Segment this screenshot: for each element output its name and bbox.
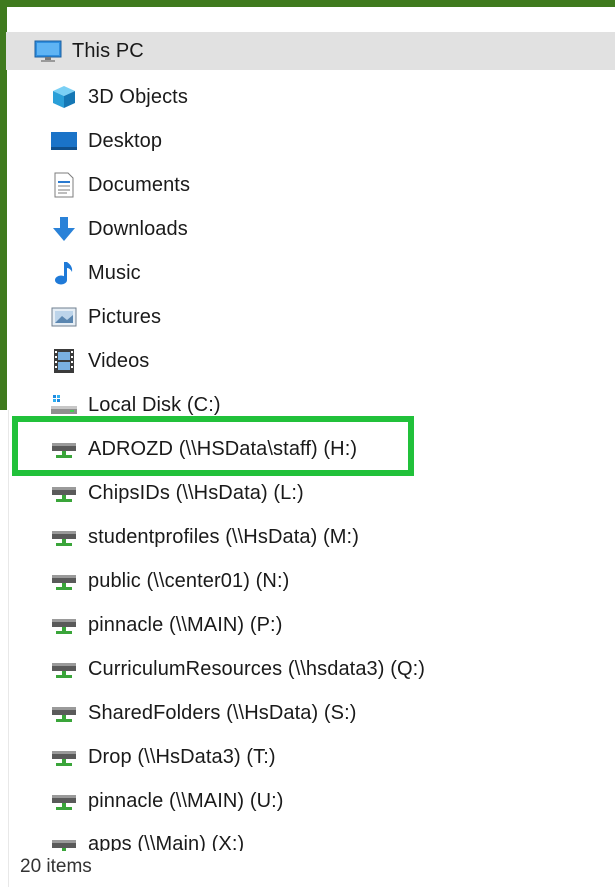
tree-item-label: apps (\\Main) (X:) (88, 833, 245, 851)
tree-item-label: ADROZD (\\HSData\staff) (H:) (88, 438, 358, 460)
network-drive-icon (50, 611, 78, 639)
tree-item-local-disk-c[interactable]: Local Disk (C:) (10, 386, 615, 424)
tree-item-label: Documents (88, 174, 191, 196)
window-frame-top (0, 0, 615, 7)
tree-item-drive-q[interactable]: CurriculumResources (\\hsdata3) (Q:) (10, 650, 615, 688)
tree-item-drive-p[interactable]: pinnacle (\\MAIN) (P:) (10, 606, 615, 644)
tree-item-label: Videos (88, 350, 150, 372)
tree-item-documents[interactable]: Documents (10, 166, 615, 204)
tree-item-label: public (\\center01) (N:) (88, 570, 290, 592)
tree-item-downloads[interactable]: Downloads (10, 210, 615, 248)
desktop-icon (50, 127, 78, 155)
tree-item-label: 3D Objects (88, 86, 188, 108)
tree-item-pictures[interactable]: Pictures (10, 298, 615, 336)
tree-item-drive-l[interactable]: ChipsIDs (\\HsData) (L:) (10, 474, 615, 512)
film-icon (50, 347, 78, 375)
tree-item-label: Music (88, 262, 141, 284)
network-drive-icon (50, 567, 78, 595)
local-disk-icon (50, 391, 78, 419)
tree-item-label: Drop (\\HsData3) (T:) (88, 746, 276, 768)
tree-item-label: ChipsIDs (\\HsData) (L:) (88, 482, 304, 504)
status-bar-item-count: 20 items (20, 856, 92, 878)
network-drive-icon (50, 787, 78, 815)
tree-item-drive-u[interactable]: pinnacle (\\MAIN) (U:) (10, 782, 615, 820)
tree-item-label: Downloads (88, 218, 188, 240)
3d-objects-icon (50, 83, 78, 111)
network-drive-icon (50, 699, 78, 727)
tree-item-3d-objects[interactable]: 3D Objects (10, 78, 615, 116)
tree-item-label: studentprofiles (\\HsData) (M:) (88, 526, 359, 548)
network-drive-icon (50, 435, 78, 463)
tree-item-desktop[interactable]: Desktop (10, 122, 615, 160)
download-arrow-icon (50, 215, 78, 243)
tree-item-label: SharedFolders (\\HsData) (S:) (88, 702, 357, 724)
pane-edge (8, 410, 9, 887)
tree-item-drive-m[interactable]: studentprofiles (\\HsData) (M:) (10, 518, 615, 556)
tree-item-label: Desktop (88, 130, 163, 152)
tree-item-drive-h[interactable]: ADROZD (\\HSData\staff) (H:) (10, 430, 615, 468)
tree-item-label: This PC (72, 40, 144, 62)
tree-item-drive-x[interactable]: apps (\\Main) (X:) (10, 825, 615, 851)
monitor-icon (34, 37, 62, 65)
tree-item-drive-s[interactable]: SharedFolders (\\HsData) (S:) (10, 694, 615, 732)
music-note-icon (50, 259, 78, 287)
network-drive-icon (50, 743, 78, 771)
network-drive-icon (50, 479, 78, 507)
network-drive-icon (50, 655, 78, 683)
tree-item-music[interactable]: Music (10, 254, 615, 292)
tree-item-label: pinnacle (\\MAIN) (U:) (88, 790, 284, 812)
tree-item-label: Local Disk (C:) (88, 394, 221, 416)
tree-item-label: Pictures (88, 306, 162, 328)
tree-item-videos[interactable]: Videos (10, 342, 615, 380)
tree-item-drive-t[interactable]: Drop (\\HsData3) (T:) (10, 738, 615, 776)
tree-item-label: pinnacle (\\MAIN) (P:) (88, 614, 283, 636)
pictures-icon (50, 303, 78, 331)
tree-item-drive-n[interactable]: public (\\center01) (N:) (10, 562, 615, 600)
network-drive-icon (50, 832, 78, 851)
network-drive-icon (50, 523, 78, 551)
tree-item-this-pc[interactable]: This PC (6, 32, 615, 70)
tree-item-label: CurriculumResources (\\hsdata3) (Q:) (88, 658, 426, 680)
documents-icon (50, 171, 78, 199)
